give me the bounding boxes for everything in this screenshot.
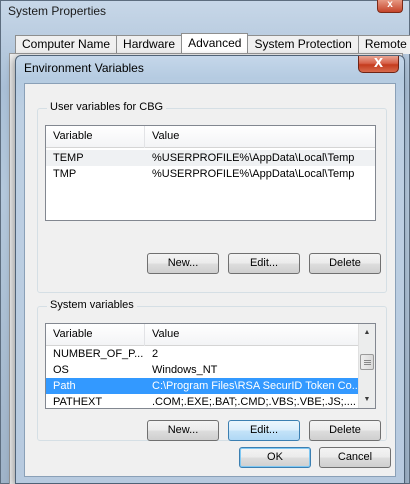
system-properties-close-button[interactable]: x <box>377 0 403 13</box>
variable-name: Path <box>53 380 76 392</box>
tab-advanced[interactable]: Advanced <box>181 33 249 54</box>
tab-system-protection[interactable]: System Protection <box>247 35 359 54</box>
column-header-value[interactable]: Value <box>145 324 359 346</box>
tab-computer-name[interactable]: Computer Name <box>15 35 118 54</box>
list-item[interactable]: PATHEXT .COM;.EXE;.BAT;.CMD;.VBS;.VBE;.J… <box>46 394 359 408</box>
system-properties-tabs: Computer Name Hardware Advanced System P… <box>15 33 410 54</box>
variable-value: .COM;.EXE;.BAT;.CMD;.VBS;.VBE;.JS;.... <box>152 396 356 408</box>
variable-value: 2 <box>152 348 159 360</box>
dialog-client-area: User variables for CBG Variable Value TE… <box>24 83 396 477</box>
system-variables-list-header: Variable Value <box>46 324 359 346</box>
system-variables-group: System variables Variable Value NUMBER_O… <box>37 299 387 441</box>
variable-name: PATHEXT <box>53 396 103 408</box>
system-new-button[interactable]: New... <box>147 420 219 441</box>
variable-value: C:\Program Files\RSA SecurID Token Co... <box>152 380 359 392</box>
system-edit-button[interactable]: Edit... <box>228 420 300 441</box>
user-variables-list[interactable]: Variable Value TEMP %USERPROFILE%\AppDat… <box>45 125 376 221</box>
column-header-variable[interactable]: Variable <box>46 126 145 148</box>
tab-remote[interactable]: Remote <box>357 35 410 54</box>
variable-value: %USERPROFILE%\AppData\Local\Temp <box>152 168 355 180</box>
list-item-selected[interactable]: Path C:\Program Files\RSA SecurID Token … <box>46 378 359 394</box>
list-item[interactable]: NUMBER_OF_P... 2 <box>46 346 359 362</box>
cancel-button[interactable]: Cancel <box>319 447 391 468</box>
user-delete-button[interactable]: Delete <box>309 253 381 274</box>
user-variables-list-header: Variable Value <box>46 126 375 148</box>
environment-variables-dialog: Environment Variables X User variables f… <box>15 55 405 484</box>
dialog-title: Environment Variables <box>24 61 144 75</box>
scroll-up-arrow-icon[interactable]: ▲ <box>359 324 375 341</box>
variable-name: TMP <box>53 168 77 180</box>
scroll-thumb[interactable] <box>360 354 374 370</box>
system-variables-list[interactable]: Variable Value NUMBER_OF_P... 2 OS Windo… <box>45 323 376 409</box>
user-new-button[interactable]: New... <box>147 253 219 274</box>
variable-name: NUMBER_OF_P... <box>53 348 144 360</box>
dialog-close-button[interactable]: X <box>358 56 399 73</box>
scroll-down-arrow-icon[interactable]: ▼ <box>359 391 375 408</box>
variable-name: TEMP <box>53 152 84 164</box>
system-variables-group-label: System variables <box>47 299 137 311</box>
system-delete-button[interactable]: Delete <box>309 420 381 441</box>
column-header-variable[interactable]: Variable <box>46 324 145 346</box>
system-properties-title: System Properties <box>8 4 107 18</box>
variable-value: %USERPROFILE%\AppData\Local\Temp <box>152 152 355 164</box>
ok-button[interactable]: OK <box>239 447 311 468</box>
user-variables-group-label: User variables for CBG <box>47 101 167 113</box>
system-variables-scrollbar[interactable]: ▲ ▼ <box>358 324 375 408</box>
user-edit-button[interactable]: Edit... <box>228 253 300 274</box>
column-header-value[interactable]: Value <box>145 126 375 148</box>
list-item[interactable]: TEMP %USERPROFILE%\AppData\Local\Temp <box>46 150 375 166</box>
list-item[interactable]: TMP %USERPROFILE%\AppData\Local\Temp <box>46 166 375 182</box>
user-variables-group: User variables for CBG Variable Value TE… <box>37 101 387 293</box>
list-item[interactable]: OS Windows_NT <box>46 362 359 378</box>
variable-value: Windows_NT <box>152 364 218 376</box>
tab-hardware[interactable]: Hardware <box>116 35 183 54</box>
variable-name: OS <box>53 364 69 376</box>
